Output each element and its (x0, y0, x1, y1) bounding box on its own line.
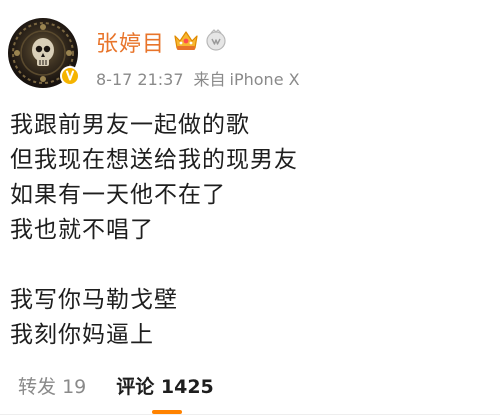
post-time: 8-17 21:37 (96, 70, 184, 89)
post-footer-tabs: 转发 19 评论 1425 (18, 372, 214, 402)
comment-label: 评论 (116, 376, 155, 398)
post-text-line: 但我现在想送给我的现男友 (10, 147, 298, 173)
post-text-blank-line (10, 248, 490, 283)
repost-count: 19 (62, 376, 87, 398)
post-meta: 8-17 21:37 来自 iPhone X (96, 66, 300, 90)
comment-tab[interactable]: 评论 1425 (116, 372, 214, 399)
weibo-post: 张婷目 8-17 21:37 来自 iPhone X 我跟前男友一起做的歌 但我现在… (0, 0, 500, 417)
source-label: 来自 (193, 70, 226, 89)
crown-icon[interactable] (172, 28, 200, 52)
post-text-line: 我跟前男友一起做的歌 (10, 112, 250, 138)
comment-count: 1425 (160, 376, 214, 398)
post-content: 我跟前男友一起做的歌 但我现在想送给我的现男友 如果有一天他不在了 我也就不唱了… (10, 108, 490, 353)
post-text-line: 我写你马勒戈壁 (10, 287, 178, 313)
repost-tab[interactable]: 转发 19 (18, 372, 86, 399)
footer-divider (0, 414, 500, 415)
post-text-line: 如果有一天他不在了 (10, 182, 226, 208)
avatar[interactable] (8, 18, 80, 88)
post-text-line: 我刻你妈逼上 (10, 322, 154, 348)
source-device[interactable]: iPhone X (230, 70, 300, 89)
vip-badge-icon[interactable] (205, 28, 227, 52)
repost-label: 转发 (18, 376, 57, 398)
post-text-line: 我也就不唱了 (10, 217, 154, 243)
verified-badge-icon (60, 66, 80, 86)
author-name[interactable]: 张婷目 (96, 26, 165, 58)
